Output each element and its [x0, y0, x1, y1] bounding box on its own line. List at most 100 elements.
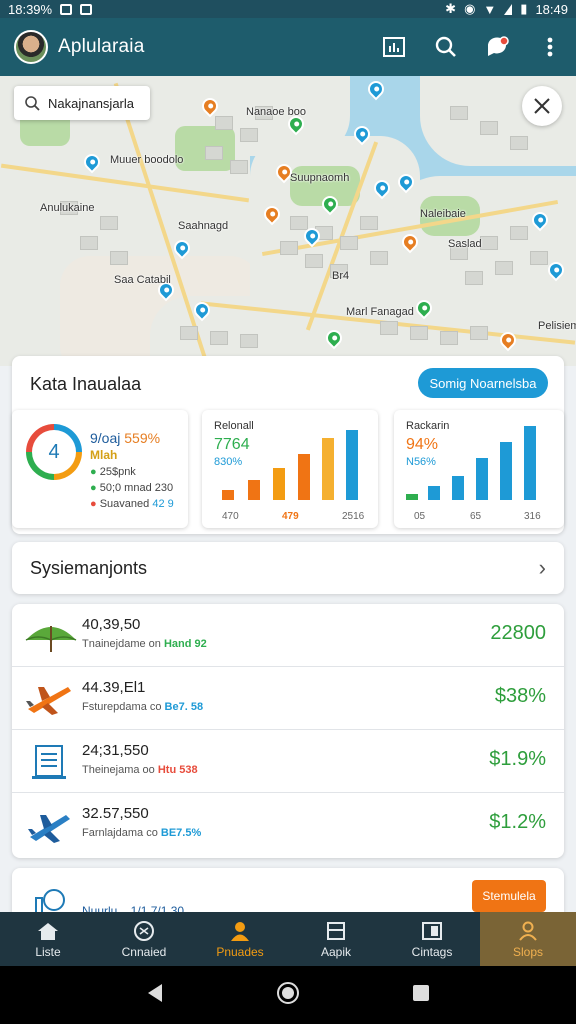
map-label: Saa Catabil [114, 274, 171, 286]
wifi-icon: ▼ [483, 1, 497, 17]
list-item-value: $38% [494, 685, 546, 707]
nav-item-home[interactable]: Liste [0, 912, 96, 966]
list-item-subtitle: Fsturepdama co [82, 701, 162, 713]
axis-label: 479 [282, 511, 299, 522]
stats-action-button[interactable]: Somig Noarnelsba [418, 368, 548, 398]
list-item-title: 32.57,550 [82, 805, 149, 822]
donut-center-value: 4 [32, 430, 76, 474]
bottom-navigation: Liste Cnnaied Pnuades Aapik Cintags Slop… [0, 912, 576, 966]
avatar[interactable] [14, 30, 48, 64]
nav-label: Pnuades [216, 944, 264, 959]
list-item-value: 22800 [490, 622, 546, 644]
close-icon[interactable] [522, 86, 562, 126]
status-time-left: 18:39% [8, 1, 53, 17]
map-search-field[interactable]: Nakajnansjarla [14, 86, 150, 120]
battery-icon: ▮ [520, 1, 528, 16]
nav-item-panel[interactable]: Aapik [288, 912, 384, 966]
chart-panel-icon[interactable] [382, 35, 406, 59]
donut-chart: 4 [26, 424, 82, 480]
document-icon [24, 742, 74, 782]
app-bar: Aplularaia [0, 18, 576, 76]
recents-icon[interactable] [412, 984, 430, 1007]
axis-label: 316 [524, 511, 541, 522]
chart-bar [222, 490, 234, 500]
search-icon[interactable] [434, 35, 458, 59]
image-notification-icon [60, 3, 73, 15]
home-icon [37, 920, 59, 942]
bluetooth-icon: ✱ [445, 1, 457, 16]
list-item-value: $1.2% [489, 811, 546, 833]
partial-action-button[interactable]: Stemulela [472, 880, 546, 912]
home-button-icon[interactable] [276, 981, 300, 1010]
list-item-title: 24;31,550 [82, 742, 149, 759]
summary-mini-card[interactable]: 4 9/oaj 559% Mlah ● 25$pnk ● 50;0 mnad 2… [12, 410, 188, 528]
axis-label: 2516 [342, 511, 365, 522]
axis-label: 470 [222, 511, 239, 522]
map-label: Saahnagd [178, 220, 229, 232]
revenue-mini-card[interactable]: Relonall 7764 830% 470 479 2516 [202, 410, 378, 528]
list-item-subtitle: Farnlajdama co [82, 827, 158, 839]
nav-label: Cnnaied [121, 944, 167, 959]
panel-icon [325, 920, 347, 942]
map-label: Anulukaine [40, 202, 95, 214]
search-icon [25, 96, 40, 111]
airplane-orange-icon [24, 679, 74, 719]
nav-label: Cintags [411, 944, 453, 959]
nav-item-profile[interactable]: Slops [480, 912, 576, 966]
nav-label: Aapik [320, 944, 352, 959]
chart-bar [346, 430, 358, 500]
transactions-list: 40,39,50 Tnainejdame on Hand 92 22800 44… [12, 604, 564, 858]
ratio-mini-card[interactable]: Rackarin 94% N56% 05 65 316 [394, 410, 564, 528]
list-item[interactable]: 40,39,50 Tnainejdame on Hand 92 22800 [12, 604, 564, 667]
list-item-tag: BE7.5% [160, 827, 202, 839]
list-item-tag: Htu 538 [157, 764, 198, 776]
list-item-title: 44.39,El1 [82, 679, 146, 696]
map-label: Marl Fanagad [346, 306, 414, 318]
nav-label: Liste [35, 944, 61, 959]
list-item-tag: Be7. 58 [164, 701, 204, 713]
nav-label: Slops [512, 944, 544, 959]
map-label: Pelisiemha [538, 320, 576, 332]
status-bar: 18:39% ✱ ◉ ▼ ▮ 18:49 [0, 0, 576, 18]
chart-bar [273, 468, 285, 500]
system-navigation [0, 966, 576, 1024]
umbrella-icon [24, 616, 77, 656]
list-item-subtitle: Tnainejdame on [82, 638, 161, 650]
stats-card: Kata Inaualaa Somig Noarnelsba 4 9/oaj 5… [12, 356, 564, 534]
status-time-right: 18:49 [535, 1, 568, 17]
chart-bar [476, 458, 488, 500]
user-icon [517, 920, 539, 942]
signal-icon [504, 3, 513, 15]
chart-bar [298, 454, 310, 500]
list-item[interactable]: 24;31,550 Theinejama oo Htu 538 $1.9% [12, 730, 564, 793]
summary-sub: Mlah [90, 448, 118, 462]
back-icon[interactable] [146, 983, 164, 1008]
nav-item-explore[interactable]: Cnnaied [96, 912, 192, 966]
summary-line-3-num: 42 9 [152, 498, 174, 510]
map-label: Br4 [332, 270, 350, 282]
map-label: Muuer boodolo [110, 154, 184, 166]
map-label: Saslad [448, 238, 482, 250]
city-map[interactable]: Nanaoe boo Muuer boodolo Anulukaine Suup… [0, 76, 576, 366]
list-item[interactable]: 44.39,El1 Fsturepdama co Be7. 58 $38% [12, 667, 564, 730]
location-icon: ◉ [464, 1, 476, 16]
summary-line-3: Suavaned [99, 498, 150, 510]
person-icon [229, 920, 251, 942]
nav-item-active[interactable]: Pnuades [192, 912, 288, 966]
chart-bar [452, 476, 464, 500]
axis-label: 05 [414, 511, 426, 522]
list-item-tag: Hand 92 [163, 638, 207, 650]
list-item[interactable]: 32.57,550 Farnlajdama co BE7.5% $1.2% [12, 793, 564, 856]
chat-notification-icon[interactable] [486, 35, 510, 59]
map-label: Suupnaomh [290, 172, 350, 184]
more-vertical-icon[interactable] [538, 35, 562, 59]
list-item-value: $1.9% [489, 748, 546, 770]
airplane-blue-icon [24, 805, 74, 845]
section-header[interactable]: Sysiemanjonts › [12, 542, 564, 594]
globe-icon [133, 920, 155, 942]
nav-item-cards[interactable]: Cintags [384, 912, 480, 966]
summary-headline-pct: 559% [124, 430, 161, 446]
map-pin-blue-icon[interactable] [364, 77, 388, 101]
summary-headline: 9/oaj [90, 430, 121, 446]
app-title: Aplularaia [58, 36, 145, 57]
